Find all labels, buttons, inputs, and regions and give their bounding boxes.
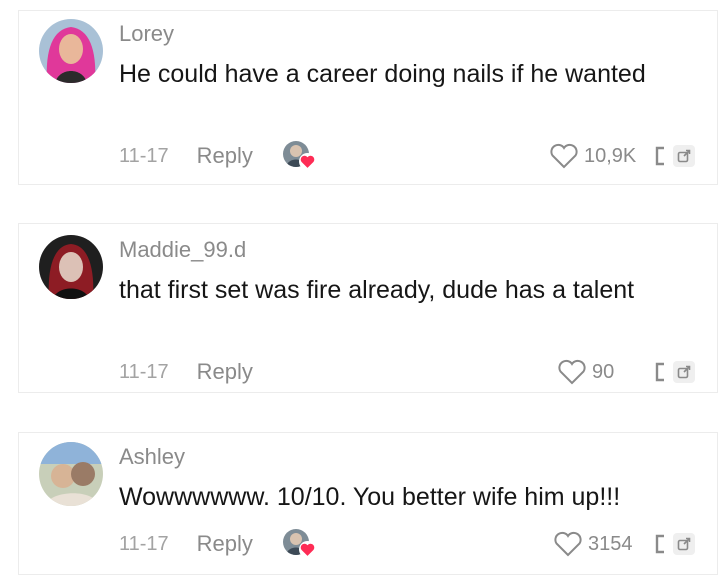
- comment-actions: [653, 529, 695, 559]
- heart-badge-icon: [298, 541, 316, 558]
- bracket-icon[interactable]: [653, 533, 667, 555]
- comment-date: 11-17: [119, 532, 169, 555]
- comment-text: that first set was fire already, dude ha…: [119, 276, 635, 304]
- comment-username[interactable]: Lorey: [119, 21, 174, 47]
- comment-username[interactable]: Maddie_99.d: [119, 237, 246, 263]
- comment-actions: [653, 141, 695, 171]
- like-count: 10,9K: [584, 144, 637, 167]
- comment-actions: [653, 357, 695, 387]
- comment-username[interactable]: Ashley: [119, 444, 185, 470]
- avatar[interactable]: [39, 442, 103, 506]
- heart-badge-icon: [298, 153, 316, 170]
- avatar[interactable]: [39, 235, 103, 299]
- comment-card: Ashley Wowwwwww. 10/10. You better wife …: [18, 432, 718, 575]
- heart-outline-icon: [550, 143, 578, 169]
- avatar[interactable]: [39, 19, 103, 83]
- comment-meta: 11-17 Reply: [119, 141, 316, 171]
- reply-button[interactable]: Reply: [197, 359, 253, 385]
- like-button[interactable]: 3154: [553, 529, 633, 559]
- bracket-icon[interactable]: [653, 361, 667, 383]
- heart-outline-icon: [554, 531, 582, 557]
- comment-card: Lorey He could have a career doing nails…: [18, 10, 718, 185]
- comment-date: 11-17: [119, 144, 169, 167]
- like-button[interactable]: 10,9K: [549, 141, 636, 171]
- bracket-icon[interactable]: [653, 145, 667, 167]
- external-link-icon[interactable]: [673, 145, 695, 167]
- comment-text: He could have a career doing nails if he…: [119, 60, 646, 88]
- like-count: 3154: [588, 532, 633, 555]
- external-link-icon[interactable]: [673, 361, 695, 383]
- external-link-icon[interactable]: [673, 533, 695, 555]
- like-count: 90: [592, 360, 615, 383]
- creator-liked-badge: [282, 141, 316, 171]
- creator-liked-badge: [282, 529, 316, 559]
- comment-date: 11-17: [119, 360, 169, 383]
- comment-meta: 11-17 Reply: [119, 357, 253, 387]
- heart-outline-icon: [558, 359, 586, 385]
- comment-meta: 11-17 Reply: [119, 529, 316, 559]
- reply-button[interactable]: Reply: [197, 143, 253, 169]
- reply-button[interactable]: Reply: [197, 531, 253, 557]
- comment-card: Maddie_99.d that first set was fire alre…: [18, 223, 718, 393]
- comment-text: Wowwwwww. 10/10. You better wife him up!…: [119, 483, 621, 511]
- like-button[interactable]: 90: [557, 357, 614, 387]
